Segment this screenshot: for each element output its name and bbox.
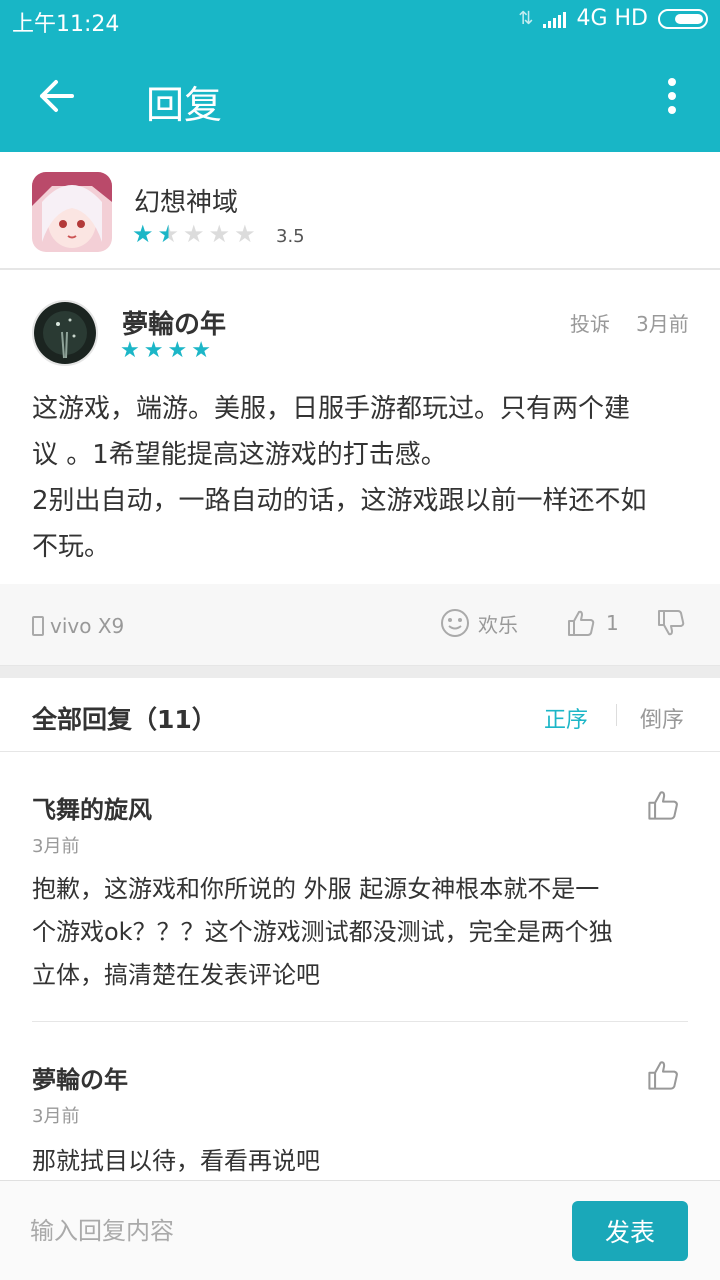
app-rating-stars: ★ ★ ★ ★ ★ (132, 222, 256, 246)
reply-text-line: 抱歉，这游戏和你所说的 外服 起源女神根本就不是一 (32, 875, 600, 903)
reply-username[interactable]: 夢輪の年 (32, 1060, 128, 1095)
mood-button[interactable]: 欢乐 (440, 608, 518, 638)
review-footer: vivo X9 欢乐 1 (0, 584, 720, 666)
review-text-line: 2别出自动，一路自动的话，这游戏跟以前一样还不如 (32, 486, 647, 516)
status-bar: 上午11:24 ⇅ 4G HD (0, 0, 720, 40)
reply-input[interactable] (30, 1205, 530, 1257)
review-username[interactable]: 夢輪の年 (122, 304, 226, 341)
avatar[interactable] (32, 300, 98, 366)
network-type: 4G HD (576, 6, 648, 31)
star-icon: ★ (132, 220, 154, 248)
thumbs-up-icon (648, 1061, 678, 1090)
review-text-line: 不玩。 (32, 532, 111, 562)
review-text-line: 议 。1希望能提高这游戏的打击感。 (32, 440, 447, 470)
more-options-button[interactable] (652, 70, 692, 122)
app-name: 幻想神域 (134, 188, 239, 218)
reply-item: 飞舞的旋风 3月前 抱歉，这游戏和你所说的 外服 起源女神根本就不是一 个游戏o… (0, 752, 720, 1022)
reply-time: 3月前 (32, 836, 80, 857)
reply-text-line: 个游戏ok？？？这个游戏测试都没测试，完全是两个独 (32, 918, 613, 946)
app-score: 3.5 (276, 226, 305, 247)
section-divider (0, 666, 720, 678)
reply-text-line: 立体，搞清楚在发表评论吧 (32, 961, 320, 989)
reply-like-button[interactable] (646, 1058, 682, 1094)
sort-descending-tab[interactable]: 倒序 (640, 702, 684, 734)
reply-time: 3月前 (32, 1106, 80, 1127)
sort-divider (616, 704, 617, 726)
smiley-icon (441, 609, 469, 637)
app-info-card[interactable]: 幻想神域 ★ ★ ★ ★ ★ 3.5 (0, 152, 720, 270)
star-icon: ★ (167, 338, 188, 363)
reply-text: 那就拭目以待，看看再说吧 (32, 1140, 692, 1183)
star-icon: ★ (234, 220, 256, 248)
review-text-line: 这游戏，端游。美服，日服手游都玩过。只有两个建 (32, 394, 631, 424)
thumbs-up-icon (648, 791, 678, 820)
reply-like-button[interactable] (646, 788, 682, 824)
back-button[interactable] (28, 70, 84, 122)
signal-icon (543, 10, 567, 28)
review-rating-stars: ★ ★ ★ ★ (120, 340, 211, 362)
phone-icon (32, 616, 44, 636)
reply-item: 夢輪の年 3月前 那就拭目以待，看看再说吧 (0, 1022, 720, 1180)
replies-header: 全部回复（11） 正序 倒序 (0, 678, 720, 752)
reply-text: 抱歉，这游戏和你所说的 外服 起源女神根本就不是一 个游戏ok？？？这个游戏测试… (32, 868, 692, 997)
reply-username[interactable]: 飞舞的旋风 (32, 790, 152, 825)
report-button[interactable]: 投诉 (570, 308, 610, 337)
like-count: 1 (606, 611, 619, 635)
star-icon: ★ (191, 338, 211, 363)
sort-ascending-tab[interactable]: 正序 (544, 702, 588, 734)
battery-icon (658, 8, 708, 29)
compose-bar: 发表 (0, 1180, 720, 1280)
device-name: vivo X9 (50, 614, 125, 638)
thumbs-up-icon (568, 610, 595, 636)
star-icon: ★ (183, 220, 205, 248)
replies-title: 全部回复（11） (32, 705, 217, 734)
review-text: 这游戏，端游。美服，日服手游都玩过。只有两个建 议 。1希望能提高这游戏的打击感… (32, 386, 692, 570)
status-time: 上午11:24 (12, 12, 120, 37)
star-icon: ★ (120, 338, 140, 363)
star-half-icon: ★ (157, 220, 180, 248)
app-bar: 回复 (0, 40, 720, 152)
star-icon: ★ (143, 338, 164, 363)
dislike-button[interactable] (656, 608, 686, 642)
more-vertical-icon (668, 78, 676, 86)
main-review: 夢輪の年 ★ ★ ★ ★ 投诉 3月前 这游戏，端游。美服，日服手游都玩过。只有… (0, 272, 720, 584)
star-icon: ★ (208, 220, 231, 248)
data-transfer-icon: ⇅ (518, 8, 534, 29)
reply-text-line: 那就拭目以待，看看再说吧 (32, 1147, 320, 1175)
status-icons: ⇅ 4G HD (518, 6, 708, 31)
arrow-left-icon (40, 80, 74, 112)
thumbs-down-icon (658, 610, 685, 636)
top-bar: 上午11:24 ⇅ 4G HD 回复 (0, 0, 720, 152)
like-button[interactable]: 1 (566, 608, 619, 638)
mood-label: 欢乐 (478, 612, 518, 637)
app-icon (32, 172, 112, 252)
review-time: 3月前 (636, 312, 689, 336)
page-title: 回复 (146, 83, 223, 127)
device-info: vivo X9 (32, 614, 124, 638)
send-button[interactable]: 发表 (572, 1201, 688, 1261)
